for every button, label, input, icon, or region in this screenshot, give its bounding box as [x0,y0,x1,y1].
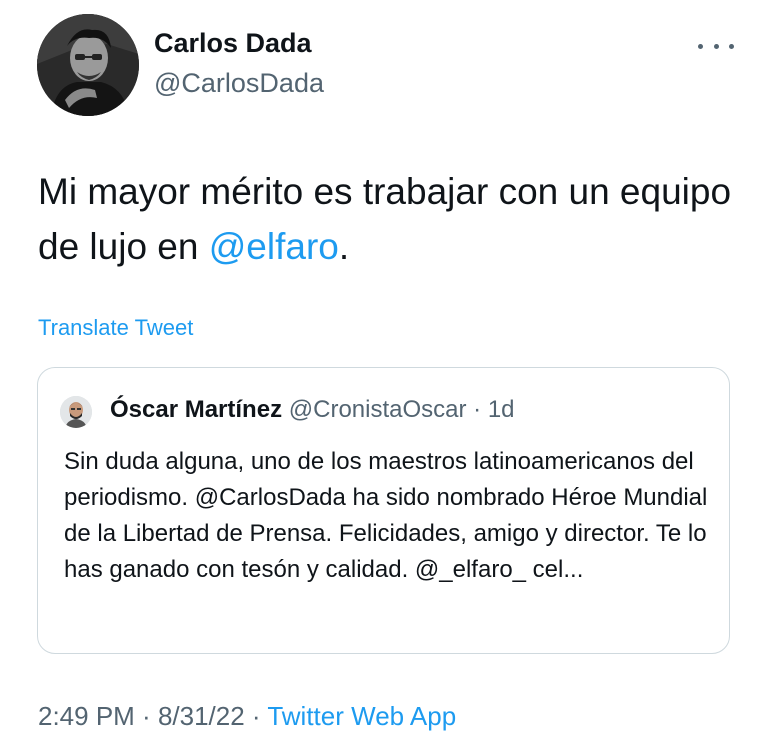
translate-tweet-link[interactable]: Translate Tweet [38,317,193,339]
author-avatar[interactable] [37,14,139,116]
quoted-author-avatar[interactable] [60,396,92,428]
separator-dot: · [244,701,268,731]
tweet-time[interactable]: 2:49 PM [38,701,135,731]
tweet-metadata: 2:49 PM · 8/31/22 · Twitter Web App [38,703,456,729]
separator-dot: · [134,701,158,731]
separator-dot: · [466,396,488,423]
tweet-text-end: . [338,226,350,267]
author-name[interactable]: Carlos Dada [154,30,312,57]
ellipsis-icon [698,43,703,49]
quoted-tweet-age: 1d [487,396,515,423]
tweet: Carlos Dada @CarlosDada Mi mayor mérito … [0,0,768,751]
mention-link[interactable]: @elfaro [209,226,339,267]
tweet-text-main: Mi mayor mérito es trabajar con un equip… [38,171,732,267]
source-app-link[interactable]: Twitter Web App [267,701,456,731]
quoted-tweet[interactable]: Óscar Martínez @CronistaOscar · 1d Sin d… [37,367,730,654]
tweet-date[interactable]: 8/31/22 [158,701,245,731]
quoted-author-handle: @CronistaOscar [288,396,467,423]
author-handle[interactable]: @CarlosDada [154,70,324,97]
quoted-tweet-text: Sin duda alguna, uno de los maestros lat… [64,448,708,583]
more-options-button[interactable] [698,38,734,54]
tweet-text: Mi mayor mérito es trabajar con un equip… [38,164,738,274]
profile-photo-icon [60,396,92,428]
profile-photo-icon [37,14,139,116]
quoted-header: Óscar Martínez @CronistaOscar · 1d [110,398,515,422]
quoted-author-name: Óscar Martínez [110,396,283,423]
